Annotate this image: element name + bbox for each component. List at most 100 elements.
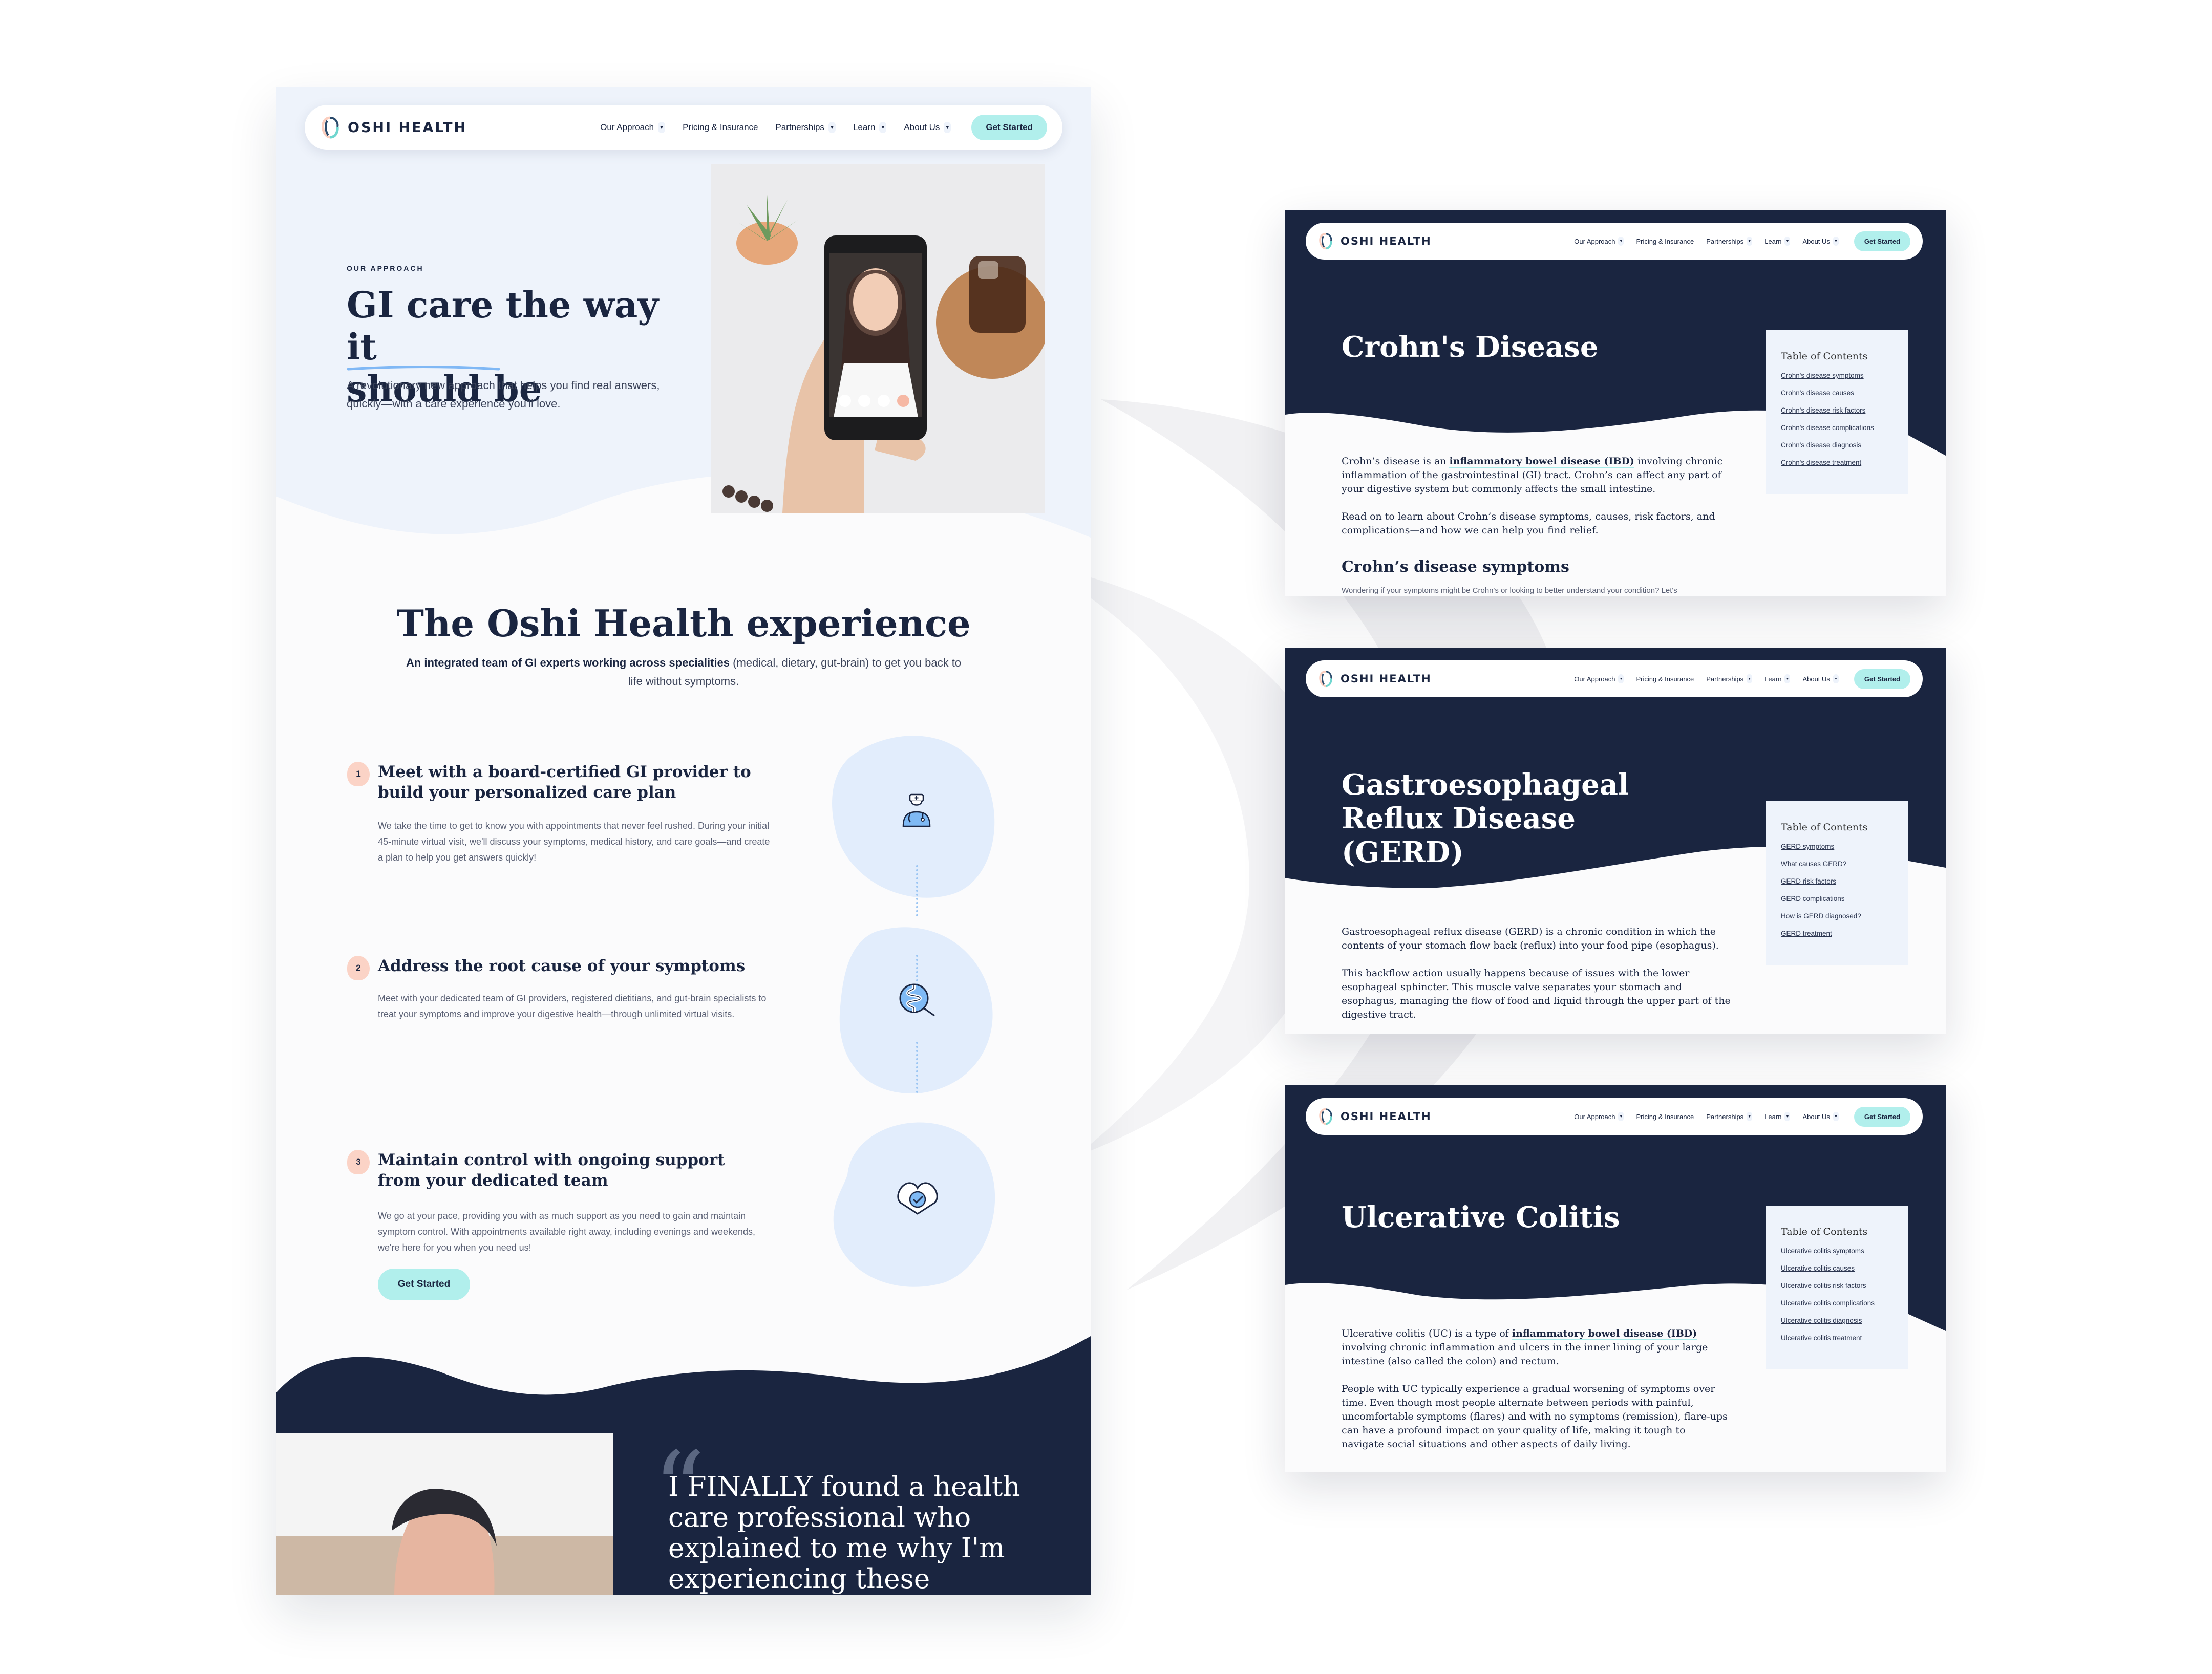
- article-paragraph: Read on to learn about Crohn’s disease s…: [1342, 511, 1715, 536]
- hero-photo: [711, 164, 1045, 513]
- toc-link[interactable]: Ulcerative colitis causes: [1781, 1262, 1892, 1275]
- chevron-down-icon: ▼: [944, 122, 951, 133]
- nav-item-learn[interactable]: Learn ▼: [1764, 674, 1791, 683]
- nav-label: Pricing & Insurance: [1636, 1112, 1694, 1121]
- chevron-down-icon: ▼: [1618, 1112, 1624, 1121]
- hero-title-line1: GI care the way it: [347, 284, 659, 368]
- chevron-down-icon: ▼: [1833, 1112, 1839, 1121]
- chevron-down-icon: ▼: [1618, 674, 1624, 683]
- get-started-button[interactable]: Get Started: [971, 115, 1047, 140]
- step-title: Meet with a board-certified GI provider …: [378, 763, 751, 802]
- nav-label: Our Approach: [1574, 675, 1615, 683]
- nav-label: Partnerships: [775, 122, 824, 132]
- nav-item-our-approach[interactable]: Our Approach ▼: [600, 122, 666, 133]
- text: involving chronic inflammation and ulcer…: [1342, 1342, 1708, 1367]
- nav-item-our-approach[interactable]: Our Approach ▼: [1574, 674, 1624, 683]
- toc-link[interactable]: GERD risk factors: [1781, 875, 1892, 888]
- step-title: Address the root cause of your symptoms: [378, 957, 746, 975]
- condition-page-ulcerative-colitis: OSHI HEALTH Our Approach ▼ Pricing & Insu…: [1285, 1085, 1946, 1472]
- chevron-down-icon: ▼: [1747, 237, 1753, 246]
- toc-title: Table of Contents: [1781, 822, 1868, 833]
- nav-item-partnerships[interactable]: Partnerships ▼: [1706, 237, 1753, 246]
- step-number-badge: 1: [347, 762, 370, 786]
- nav-item-our-approach[interactable]: Our Approach ▼: [1574, 1112, 1624, 1121]
- nav-label: About Us: [1802, 675, 1830, 683]
- nav-label: Partnerships: [1706, 1112, 1744, 1121]
- toc-link[interactable]: Crohn's disease complications: [1781, 421, 1892, 435]
- experience-subtitle-bold: An integrated team of GI experts working…: [406, 656, 730, 669]
- article-paragraph: Wondering if your symptoms might be Croh…: [1342, 586, 1677, 595]
- toc-link[interactable]: GERD symptoms: [1781, 840, 1892, 853]
- testimonial-photo-illustration: [276, 1433, 613, 1595]
- experience-title: The Oshi Health experience: [396, 602, 971, 645]
- nav-label: Learn: [1764, 1112, 1782, 1121]
- hero-subtitle: A revolutionary new approach that helps …: [347, 379, 660, 410]
- nav-item-pricing-insurance[interactable]: Pricing & Insurance: [1636, 238, 1694, 245]
- toc-link[interactable]: Ulcerative colitis diagnosis: [1781, 1314, 1892, 1327]
- brand-name: OSHI HEALTH: [1341, 235, 1432, 247]
- nav-item-about-us[interactable]: About Us ▼: [1802, 237, 1839, 246]
- ibd-link[interactable]: inflammatory bowel disease (IBD): [1512, 1328, 1697, 1340]
- nav-item-learn[interactable]: Learn ▼: [853, 122, 887, 133]
- get-started-button[interactable]: Get Started: [1854, 231, 1910, 251]
- top-navigation: OSHI HEALTH Our Approach ▼ Pricing & Insu…: [1306, 1098, 1923, 1135]
- chevron-down-icon: ▼: [658, 122, 666, 133]
- nav-item-about-us[interactable]: About Us ▼: [1802, 1112, 1839, 1121]
- toc-title: Table of Contents: [1781, 1226, 1868, 1237]
- get-started-button[interactable]: Get Started: [378, 1269, 470, 1300]
- toc-link[interactable]: GERD complications: [1781, 892, 1892, 906]
- nav-label: Learn: [1764, 675, 1782, 683]
- brand-logo[interactable]: OSHI HEALTH: [320, 116, 467, 139]
- brand-logo[interactable]: OSHI HEALTH: [1318, 670, 1432, 688]
- nav-item-pricing-insurance[interactable]: Pricing & Insurance: [683, 122, 758, 133]
- table-of-contents: Table of Contents GERD symptoms What cau…: [1766, 801, 1908, 965]
- nav-item-our-approach[interactable]: Our Approach ▼: [1574, 237, 1624, 246]
- chevron-down-icon: ▼: [1833, 674, 1839, 683]
- doctor-icon: [902, 793, 931, 827]
- text: Crohn’s disease is an: [1342, 456, 1450, 467]
- toc-link[interactable]: How is GERD diagnosed?: [1781, 910, 1892, 923]
- toc-link[interactable]: GERD treatment: [1781, 927, 1892, 940]
- step-body: We go at your pace, providing you with a…: [378, 1211, 756, 1253]
- nav-item-about-us[interactable]: About Us ▼: [904, 122, 951, 133]
- nav-item-learn[interactable]: Learn ▼: [1764, 237, 1791, 246]
- toc-link[interactable]: Ulcerative colitis symptoms: [1781, 1244, 1892, 1258]
- nav-item-pricing-insurance[interactable]: Pricing & Insurance: [1636, 1113, 1694, 1121]
- article-body: Ulcerative colitis (UC) is a type of inf…: [1342, 1327, 1731, 1465]
- nav-item-learn[interactable]: Learn ▼: [1764, 1112, 1791, 1121]
- toc-link[interactable]: Crohn's disease diagnosis: [1781, 439, 1892, 452]
- hero-eyebrow: OUR APPROACH: [347, 264, 424, 272]
- top-navigation: OSHI HEALTH Our Approach ▼ Pricing & Insu…: [305, 105, 1062, 150]
- nav-label: Pricing & Insurance: [1636, 675, 1694, 683]
- step-body: We take the time to get to know you with…: [378, 821, 770, 863]
- nav-item-about-us[interactable]: About Us ▼: [1802, 674, 1839, 683]
- nav-item-partnerships[interactable]: Partnerships ▼: [1706, 1112, 1753, 1121]
- nav-item-partnerships[interactable]: Partnerships ▼: [776, 122, 836, 133]
- article-body: Crohn’s disease is an inflammatory bowel…: [1342, 455, 1731, 551]
- toc-link[interactable]: Ulcerative colitis treatment: [1781, 1332, 1892, 1345]
- toc-link[interactable]: Crohn's disease causes: [1781, 387, 1892, 400]
- toc-link[interactable]: Ulcerative colitis risk factors: [1781, 1279, 1892, 1293]
- toc-link[interactable]: Ulcerative colitis complications: [1781, 1297, 1892, 1310]
- step-number-badge: 2: [347, 956, 370, 980]
- nav-item-pricing-insurance[interactable]: Pricing & Insurance: [1636, 675, 1694, 683]
- step-connector: [916, 865, 918, 916]
- get-started-button[interactable]: Get Started: [1854, 1106, 1910, 1127]
- toc-link[interactable]: Crohn's disease treatment: [1781, 456, 1892, 469]
- nav-label: About Us: [904, 122, 940, 132]
- brand-name: OSHI HEALTH: [1341, 1110, 1432, 1123]
- article-paragraph: Ulcerative colitis (UC) is a type of inf…: [1342, 1327, 1731, 1368]
- heart-check-icon: [897, 1182, 938, 1215]
- nav-item-partnerships[interactable]: Partnerships ▼: [1706, 674, 1753, 683]
- toc-link[interactable]: Crohn's disease symptoms: [1781, 369, 1892, 382]
- top-navigation: OSHI HEALTH Our Approach ▼ Pricing & Insu…: [1306, 660, 1923, 697]
- condition-page-crohns: OSHI HEALTH Our Approach ▼ Pricing & Insu…: [1285, 210, 1946, 596]
- toc-link[interactable]: What causes GERD?: [1781, 857, 1892, 871]
- landing-page-mockup: OSHI HEALTH Our Approach ▼ Pricing & Insu…: [276, 87, 1091, 1595]
- brand-logo[interactable]: OSHI HEALTH: [1318, 232, 1432, 250]
- toc-title: Table of Contents: [1781, 351, 1868, 362]
- toc-link[interactable]: Crohn's disease risk factors: [1781, 404, 1892, 417]
- get-started-button[interactable]: Get Started: [1854, 669, 1910, 689]
- ibd-link[interactable]: inflammatory bowel disease (IBD): [1449, 456, 1634, 468]
- brand-logo[interactable]: OSHI HEALTH: [1318, 1107, 1432, 1126]
